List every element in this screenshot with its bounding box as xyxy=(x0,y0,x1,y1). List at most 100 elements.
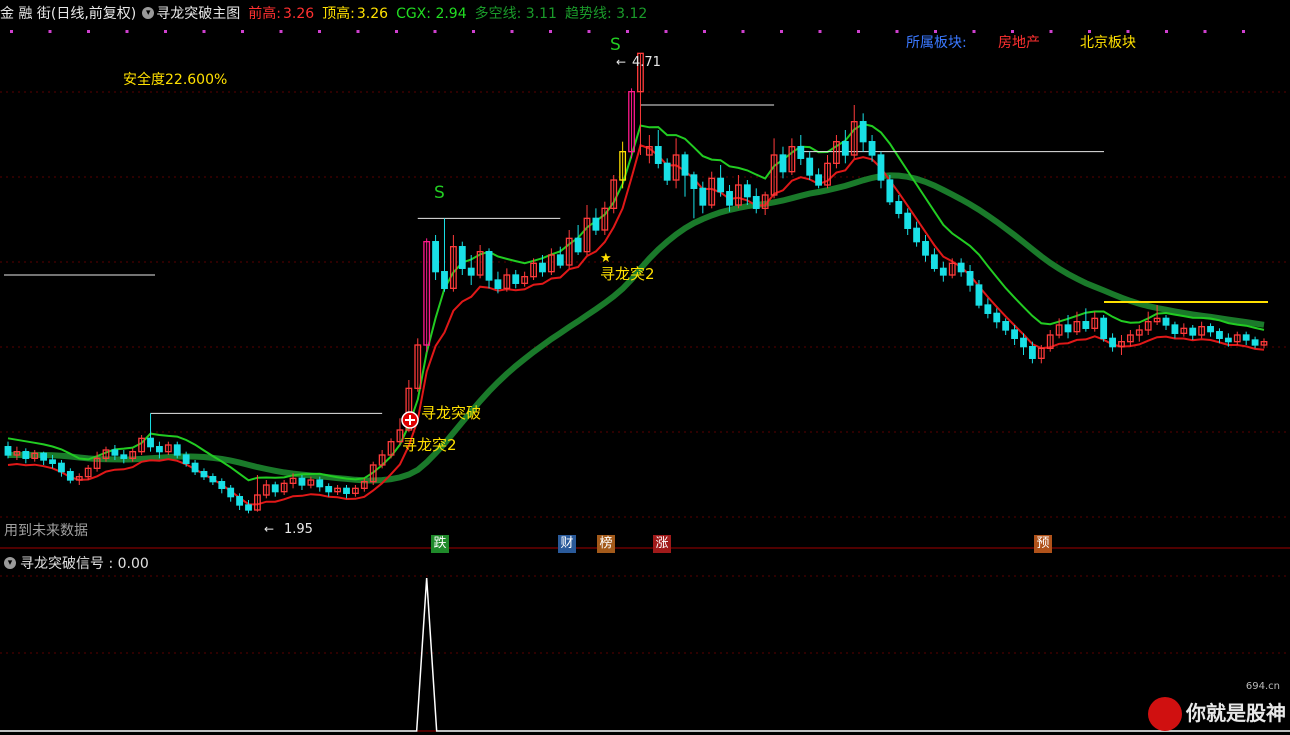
support-line xyxy=(7,143,1265,506)
sector-item-realestate[interactable]: 房地产 xyxy=(998,32,1040,52)
marker-dot xyxy=(395,30,398,33)
candle-body xyxy=(699,187,707,206)
candle-body xyxy=(841,141,849,156)
candle-body xyxy=(690,174,698,189)
watermark-site: 694.cn xyxy=(1245,680,1280,692)
marker-dot xyxy=(279,30,283,33)
candle-body xyxy=(66,471,74,481)
marker-dot xyxy=(472,30,475,33)
candle-body xyxy=(271,484,279,493)
marker-dot xyxy=(10,30,13,33)
breakout2-label: 寻龙突2 xyxy=(402,436,457,454)
candle-body xyxy=(1109,337,1116,348)
marker-dot xyxy=(1242,30,1245,33)
candle-body xyxy=(236,496,244,506)
marker-dot xyxy=(626,30,629,33)
sector-item-beijing[interactable]: 北京板块 xyxy=(1080,32,1136,52)
candle-body xyxy=(432,241,439,273)
candle-body xyxy=(191,462,199,473)
candle-body xyxy=(1064,324,1072,333)
candle-body xyxy=(654,146,662,164)
candle-body xyxy=(1242,334,1250,341)
candle-body xyxy=(886,179,894,203)
candle-body xyxy=(1100,317,1108,339)
marker-dot xyxy=(703,30,706,33)
cgx-value: CGX: 2.94 xyxy=(396,6,467,22)
candle-body xyxy=(895,201,903,214)
marker-dot xyxy=(202,30,206,33)
candle-body xyxy=(913,227,921,243)
candle-body xyxy=(298,477,306,486)
candle-body xyxy=(556,254,564,266)
candle-body xyxy=(200,471,208,478)
event-badge[interactable]: 财 xyxy=(558,535,576,553)
sub-chart-title: ▾ 寻龙突破信号 : 0.00 xyxy=(0,553,149,575)
candle-body xyxy=(485,251,493,281)
high-price-label: 4.71 xyxy=(632,55,661,70)
marker-dot xyxy=(318,30,321,33)
candle-body xyxy=(325,486,333,493)
marker-dot xyxy=(972,30,976,33)
candle-body xyxy=(1251,339,1259,346)
candle-body xyxy=(930,254,938,269)
candle-body xyxy=(1224,337,1232,343)
kline-chart[interactable]: 1.95←4.71←SS寻龙突破寻龙突2寻龙突2★ xyxy=(0,0,1290,735)
indicator-name[interactable]: 寻龙突破主图 xyxy=(156,6,240,22)
candle-body xyxy=(218,481,226,489)
candle-body xyxy=(966,271,974,286)
candle-body xyxy=(815,174,823,186)
candle-body xyxy=(22,451,30,459)
marker-dot xyxy=(664,30,668,33)
candle-body xyxy=(1189,327,1197,336)
candle-body xyxy=(58,462,65,473)
candle-body xyxy=(1082,321,1090,329)
candle-body xyxy=(111,449,119,456)
market-title[interactable]: 金 融 街(日线,前复权) xyxy=(0,6,136,22)
candle-body xyxy=(922,241,929,256)
candle-body xyxy=(681,154,689,176)
candle-body xyxy=(957,262,965,273)
candle-body xyxy=(1171,324,1179,334)
marker-dot xyxy=(549,30,552,33)
marker-dot xyxy=(587,30,591,33)
candle-body xyxy=(441,271,448,289)
marker-dot xyxy=(1203,30,1207,33)
candle-body xyxy=(182,454,190,464)
sector-label: 所属板块: xyxy=(906,35,967,51)
marker-dot xyxy=(164,30,167,33)
signal-line xyxy=(0,577,1290,732)
candle-body xyxy=(984,304,992,314)
band-lines xyxy=(4,104,1268,506)
chevron-down-icon[interactable]: ▾ xyxy=(142,7,155,19)
candle-body xyxy=(1002,321,1010,331)
candle-body xyxy=(147,437,154,448)
marker-dot xyxy=(1049,30,1053,33)
chevron-down-icon[interactable]: ▾ xyxy=(4,557,16,569)
arrow-icon: ← xyxy=(264,522,274,536)
signal-title: 寻龙突破信号 : 0.00 xyxy=(20,556,149,572)
prev-high-value: 3.26 xyxy=(283,6,315,22)
candle-body xyxy=(743,184,751,198)
future-data-note: 用到未来数据 xyxy=(4,523,88,539)
candle-body xyxy=(939,267,947,276)
candle-body xyxy=(859,121,867,143)
top-label: 顶高: xyxy=(322,6,355,22)
event-badge[interactable]: 跌 xyxy=(431,535,449,553)
candle-body xyxy=(467,267,475,276)
chart-header: 金 融 街(日线,前复权) ▾ 寻龙突破主图 前高: 3.26 顶高: 3.26 CGX: 2… xyxy=(0,0,1290,28)
arrow-icon: ← xyxy=(616,55,626,69)
signal-plot xyxy=(0,577,1290,732)
marker-dot xyxy=(818,30,822,33)
candle-body xyxy=(877,154,885,181)
candle-body xyxy=(1011,329,1018,339)
candle-body xyxy=(209,476,217,483)
event-badge[interactable]: 榜 xyxy=(597,535,615,553)
event-badge[interactable]: 预 xyxy=(1034,535,1052,553)
annotations: 1.95←4.71←SS寻龙突破寻龙突2寻龙突2★ xyxy=(264,35,661,537)
dragon-logo-icon xyxy=(1148,697,1182,731)
candle-body xyxy=(663,162,671,181)
marker-dot xyxy=(433,30,437,33)
candle-body xyxy=(512,274,520,284)
candle-body xyxy=(227,487,235,498)
event-badge[interactable]: 涨 xyxy=(653,535,671,553)
